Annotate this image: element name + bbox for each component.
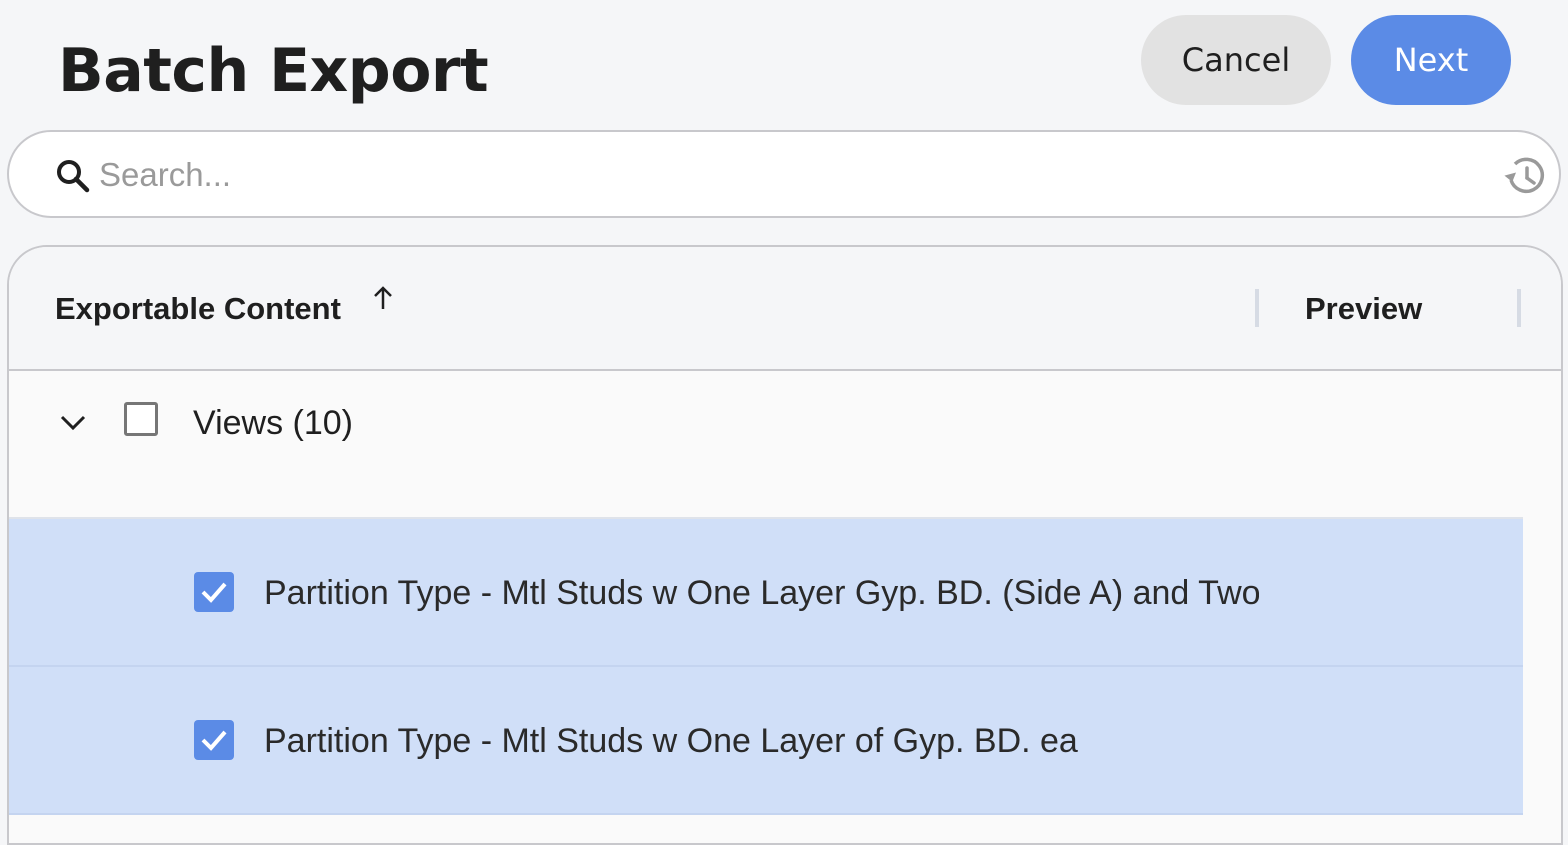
row-label: Partition Type - Mtl Studs w One Layer o… (264, 722, 1078, 760)
group-label: Views (10) (193, 404, 353, 442)
row-checkbox[interactable] (194, 572, 234, 612)
row-label: Partition Type - Mtl Studs w One Layer G… (264, 574, 1259, 612)
table-row[interactable]: Partition Type - Mtl Studs w One Layer G… (9, 519, 1523, 667)
table-body: Views (10) Partition Type - Mtl Studs w … (9, 371, 1523, 815)
table-row[interactable]: Partition Type - Mtl Studs w One Layer o… (9, 667, 1523, 815)
next-button[interactable]: Next (1351, 15, 1511, 105)
cancel-button[interactable]: Cancel (1141, 15, 1331, 105)
search-bar (7, 130, 1561, 218)
search-input[interactable] (99, 150, 1479, 200)
export-content-table: Exportable Content Preview Views (10) Pa… (7, 245, 1563, 845)
column-divider[interactable] (1517, 289, 1521, 327)
history-icon[interactable] (1503, 154, 1547, 198)
column-header-exportable-content[interactable]: Exportable Content (55, 291, 341, 327)
checkmark-icon (201, 582, 227, 603)
group-row-views[interactable]: Views (10) (9, 371, 1523, 519)
chevron-down-icon[interactable] (57, 407, 89, 439)
group-checkbox[interactable] (124, 402, 158, 436)
row-checkbox[interactable] (194, 720, 234, 760)
sort-arrow-up-icon[interactable] (369, 283, 397, 313)
column-divider[interactable] (1255, 289, 1259, 327)
page-title: Batch Export (58, 36, 489, 106)
column-header-preview[interactable]: Preview (1305, 291, 1422, 327)
checkmark-icon (201, 730, 227, 751)
search-icon[interactable] (53, 156, 93, 196)
table-header: Exportable Content Preview (9, 247, 1561, 371)
